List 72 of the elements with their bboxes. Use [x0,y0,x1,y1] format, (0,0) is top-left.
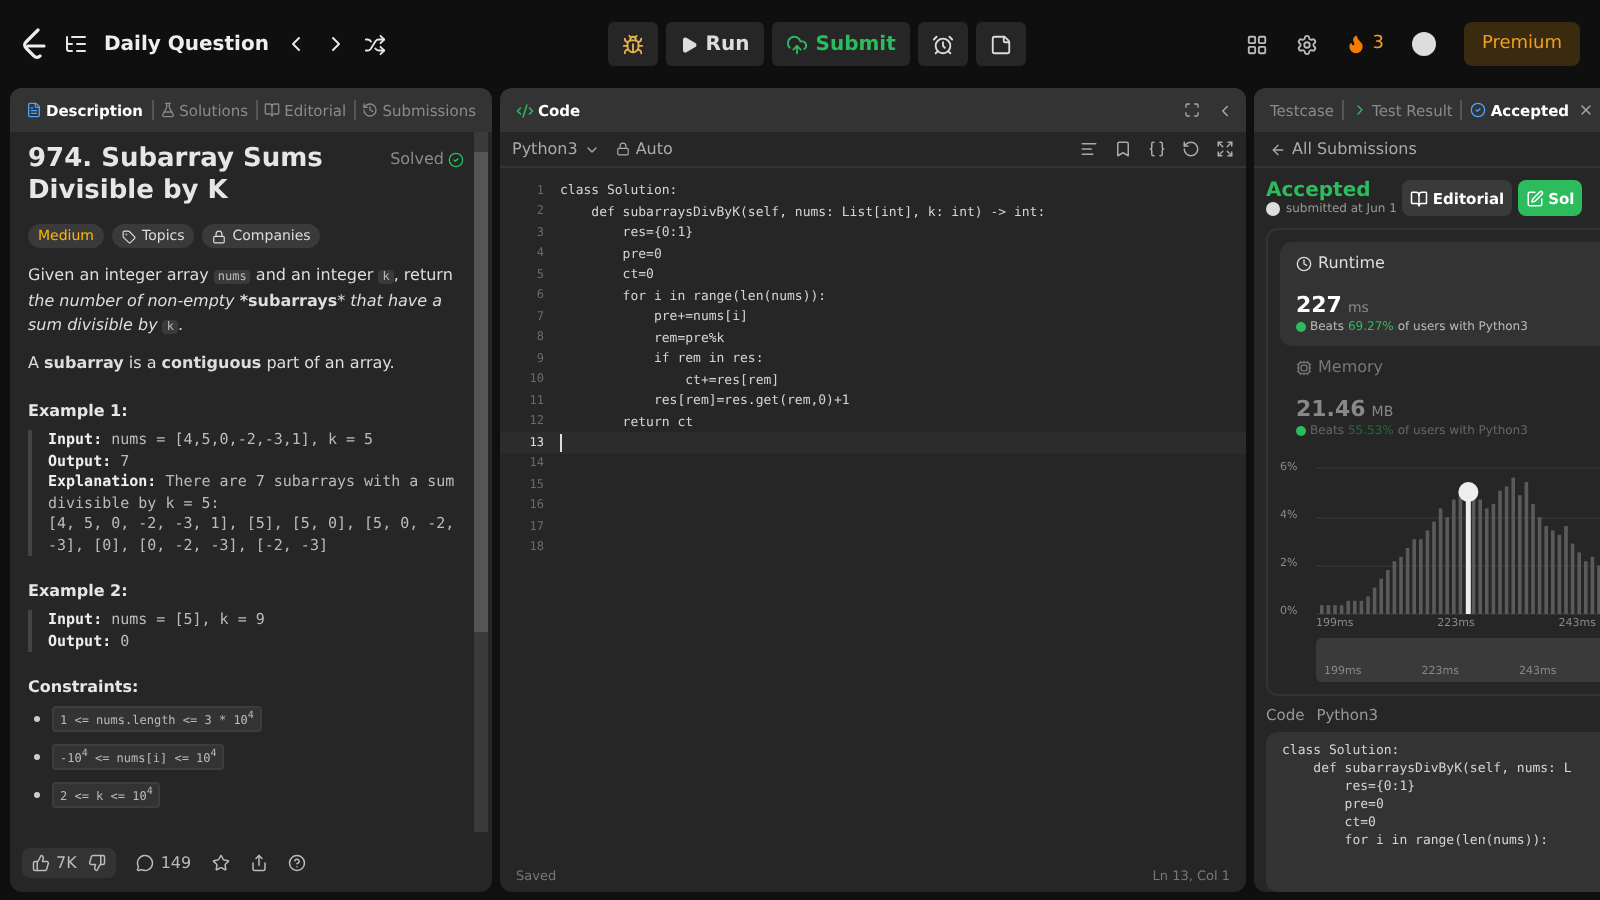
help-icon[interactable] [287,853,306,871]
format-icon[interactable] [1080,140,1098,158]
fullscreen-icon[interactable] [1216,140,1234,158]
chip-icon [1296,359,1312,375]
shuffle-icon[interactable] [364,33,387,55]
accepted-verdict: Accepted [1266,180,1373,202]
bullet-icon [34,716,40,722]
braces-icon[interactable] [1148,140,1166,158]
bullet-icon [34,754,40,760]
metric-label: Runtime [1296,254,1598,272]
code-icon [516,101,534,119]
bookmark-icon[interactable] [1114,140,1132,158]
metric-value: 21.46 [1296,396,1366,422]
play-icon [679,35,698,53]
example-title: Example 1: [28,402,130,420]
share-icon[interactable] [249,853,268,871]
language-dropdown[interactable]: Python3 [512,140,600,158]
alarm-button[interactable] [917,22,968,66]
arrow-left-icon [1270,141,1286,157]
thumbs-up-icon [32,853,50,871]
like-bar[interactable]: 7K [22,847,117,877]
selected-bar-marker[interactable] [1458,482,1479,614]
reset-icon[interactable] [1182,140,1200,158]
bug-icon [621,33,644,55]
flame-icon [1346,34,1367,54]
tag-icon [122,229,136,243]
bullet-icon [34,792,40,798]
metric-value: 227 [1296,292,1342,318]
avatar [1266,202,1280,216]
all-submissions-link[interactable]: All Submissions [1270,140,1417,158]
book-icon [264,102,281,118]
note-button[interactable] [975,22,1026,66]
check-circle-icon [448,151,464,167]
comment-icon [136,853,155,871]
streak-counter[interactable]: 3 [1346,34,1384,54]
dislike-icon[interactable] [88,853,107,871]
avatar[interactable] [1411,32,1436,56]
clock-icon [1296,255,1312,271]
close-icon[interactable] [1577,102,1594,118]
solved-status: Solved [390,150,464,168]
list-icon[interactable] [64,32,88,56]
grid-icon[interactable] [1246,33,1269,55]
lock-icon [615,142,630,156]
lock-icon [212,229,227,243]
book-icon [1410,189,1429,207]
note-icon [989,33,1012,55]
like-count[interactable]: 7K [32,853,77,871]
check-circle-icon [1470,102,1487,118]
settings-icon[interactable] [1296,33,1319,55]
problem-title: 974. Subarray Sums Divisible by K [28,144,325,208]
maximize-icon[interactable] [1184,102,1200,118]
scrollbar[interactable] [474,132,488,832]
example-title: Example 2: [28,582,130,600]
document-icon [26,102,42,118]
alarm-clock-icon [931,33,954,55]
collapse-icon[interactable] [1216,101,1234,119]
constraints-title: Constraints: [28,678,141,696]
metric-label: Memory [1296,358,1598,376]
submit-button[interactable]: Submit [771,22,910,66]
star-icon[interactable] [211,853,230,871]
auto-mode[interactable]: Auto [615,140,673,158]
premium-button[interactable]: Premium [1463,22,1580,66]
daily-question-title[interactable]: Daily Question [104,33,269,55]
history-icon [362,102,379,118]
run-button[interactable]: Run [665,22,764,66]
flask-icon [159,102,176,118]
cloud-upload-icon [785,33,808,55]
description-paragraph: A subarray is a contiguous part of an array. [28,352,397,376]
comment-count[interactable]: 149 [136,853,192,871]
text-cursor [560,433,562,452]
debug-button[interactable] [607,22,658,66]
edit-icon [1526,189,1545,207]
